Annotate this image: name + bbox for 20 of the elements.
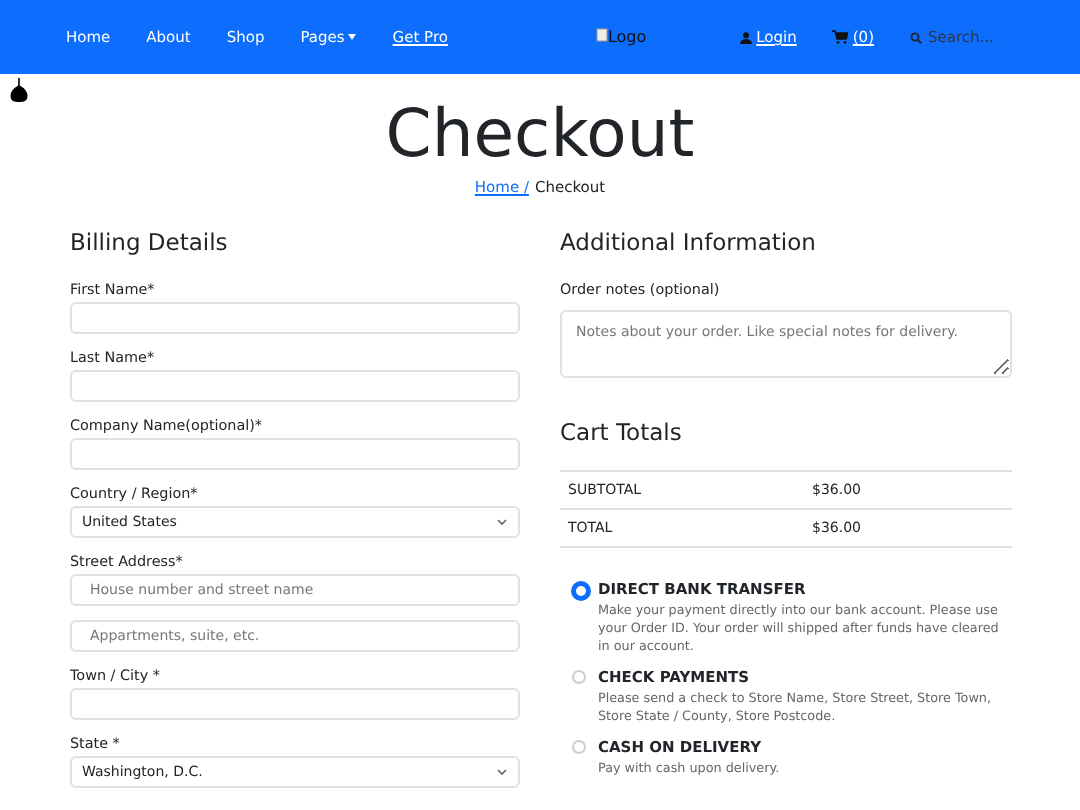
section-heading: Cart Totals [560,418,684,446]
radio-button[interactable] [572,670,586,684]
input-field[interactable] [70,370,520,402]
section-heading: Billing Details [70,228,230,256]
page-title: Checkout [383,98,697,170]
logo[interactable]: Logo [595,28,647,46]
chevron-down-icon [496,768,508,776]
chevron-down-icon [496,518,508,526]
caret-icon [348,34,357,40]
drop-icon [10,78,28,102]
broken-image-icon [595,28,608,42]
radio-button[interactable] [572,740,586,754]
radio-button[interactable] [572,582,590,600]
input-field[interactable] [70,438,520,470]
input-field[interactable] [70,688,520,720]
search-icon [910,31,922,43]
input-field[interactable] [70,302,520,334]
cart-icon [832,30,849,44]
section-heading: Additional Information [560,228,818,256]
user-icon [740,31,753,43]
